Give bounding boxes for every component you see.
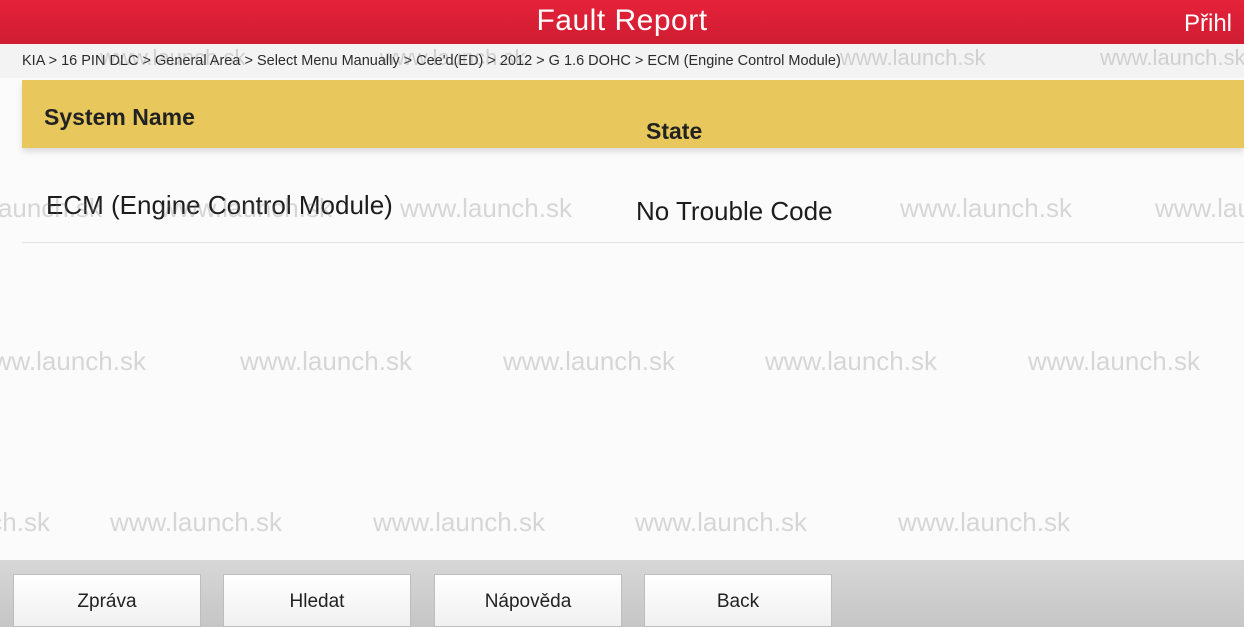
- report-button[interactable]: Zpráva: [13, 574, 201, 627]
- table-header: System Name State: [22, 80, 1244, 148]
- breadcrumb: KIA > 16 PIN DLC > General Area > Select…: [0, 44, 1244, 78]
- watermark-text: www.launch.sk: [240, 346, 412, 376]
- watermark-text: www.launch.sk: [0, 346, 146, 376]
- search-button[interactable]: Hledat: [223, 574, 411, 627]
- back-button[interactable]: Back: [644, 574, 832, 627]
- fault-report-screen: Fault Report Přihl KIA > 16 PIN DLC > Ge…: [0, 0, 1244, 627]
- table-row[interactable]: ECM (Engine Control Module) No Trouble C…: [22, 162, 1244, 243]
- help-button[interactable]: Nápověda: [434, 574, 622, 627]
- watermark-text: www.launch.sk: [503, 346, 675, 376]
- login-button[interactable]: Přihl: [1184, 10, 1232, 38]
- watermark-text: www.launch.sk: [765, 346, 937, 376]
- column-header-state: State: [646, 118, 703, 144]
- page-title: Fault Report: [536, 4, 708, 37]
- watermark-text: www.launch.sk: [635, 507, 807, 537]
- title-bar: Fault Report Přihl: [0, 0, 1244, 44]
- state-cell: No Trouble Code: [636, 196, 833, 226]
- watermark-text: www.launch.sk: [1028, 346, 1200, 376]
- bottom-toolbar: Zpráva Hledat Nápověda Back: [0, 560, 1244, 627]
- watermark-text: www.launch.sk: [110, 507, 282, 537]
- watermark-text: www.launch.sk: [898, 507, 1070, 537]
- watermark-text: www.launch.sk: [0, 507, 50, 537]
- column-header-system-name: System Name: [44, 104, 195, 130]
- system-name-cell: ECM (Engine Control Module): [46, 190, 393, 220]
- watermark-text: www.launch.sk: [373, 507, 545, 537]
